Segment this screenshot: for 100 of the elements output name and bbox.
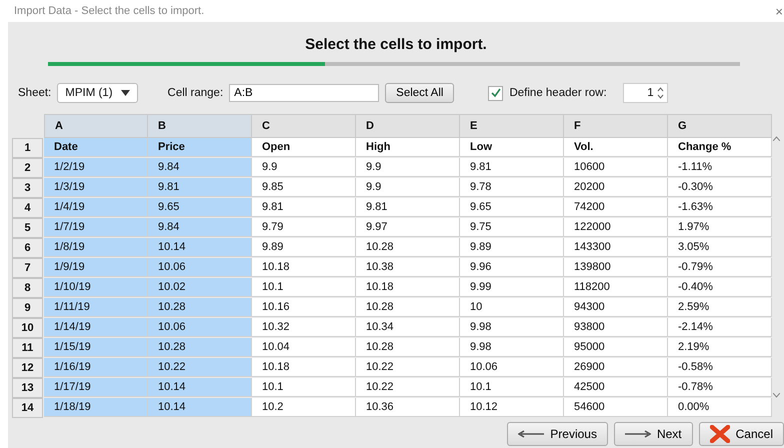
scroll-up-icon[interactable] bbox=[772, 136, 780, 141]
right-arrow-icon bbox=[624, 430, 651, 438]
table-cell: 9.98 bbox=[460, 338, 564, 357]
column-header[interactable]: A bbox=[44, 114, 148, 138]
row-header[interactable]: 11 bbox=[12, 338, 43, 358]
table-cell: 20200 bbox=[564, 178, 668, 197]
table-cell: 10.28 bbox=[148, 298, 252, 317]
table-cell: 1/16/19 bbox=[44, 358, 148, 377]
table-cell: 9.81 bbox=[252, 198, 356, 217]
spinner-arrows-icon bbox=[656, 87, 664, 99]
table-cell: 10.18 bbox=[356, 278, 460, 297]
table-cell: 9.79 bbox=[252, 218, 356, 237]
header-row-spinner[interactable]: 1 bbox=[622, 83, 668, 103]
table-cell: 10.14 bbox=[148, 378, 252, 397]
row-header[interactable]: 12 bbox=[12, 358, 43, 378]
table-cell: 93800 bbox=[564, 318, 668, 337]
table-cell: 9.89 bbox=[252, 238, 356, 257]
table-cell: 10600 bbox=[564, 158, 668, 177]
sheet-dropdown[interactable]: MPIM (1) bbox=[57, 83, 138, 103]
table-cell: 10.18 bbox=[252, 358, 356, 377]
table-cell: -1.63% bbox=[668, 198, 772, 217]
cell-range-field[interactable]: A:B bbox=[229, 84, 380, 102]
table-cell: 10.06 bbox=[148, 318, 252, 337]
table-cell: -1.11% bbox=[668, 158, 772, 177]
table-cell: 143300 bbox=[564, 238, 668, 257]
row-header[interactable]: 9 bbox=[12, 298, 43, 318]
table-cell: 9.81 bbox=[148, 178, 252, 197]
table-cell: 10.14 bbox=[148, 238, 252, 257]
close-button[interactable]: × bbox=[775, 4, 783, 18]
table-cell: 1/17/19 bbox=[44, 378, 148, 397]
table-cell: 1/7/19 bbox=[44, 218, 148, 237]
table-cell: 10.04 bbox=[252, 338, 356, 357]
column-header[interactable]: G bbox=[668, 114, 772, 138]
column-header[interactable]: F bbox=[564, 114, 668, 138]
table-cell: -0.30% bbox=[668, 178, 772, 197]
dialog-heading: Select the cells to import. bbox=[304, 36, 488, 55]
previous-button[interactable]: Previous bbox=[507, 422, 608, 446]
table-cell: 139800 bbox=[564, 258, 668, 277]
table-cell: 42500 bbox=[564, 378, 668, 397]
dropdown-caret-icon bbox=[120, 90, 130, 96]
table-cell: 1/2/19 bbox=[44, 158, 148, 177]
table-cell: 9.65 bbox=[460, 198, 564, 217]
table-cell: 10.2 bbox=[252, 398, 356, 417]
row-header[interactable]: 5 bbox=[12, 218, 43, 238]
row-header[interactable]: 1 bbox=[12, 138, 43, 158]
cancel-button[interactable]: Cancel bbox=[698, 422, 784, 446]
table-cell: Low bbox=[460, 138, 564, 157]
column-header[interactable]: D bbox=[356, 114, 460, 138]
table-cell: 9.78 bbox=[460, 178, 564, 197]
left-arrow-icon bbox=[518, 430, 544, 438]
table-cell: 9.75 bbox=[460, 218, 564, 237]
table-cell: 2.59% bbox=[668, 298, 772, 317]
next-button[interactable]: Next bbox=[614, 422, 693, 446]
table-cell: 9.81 bbox=[356, 198, 460, 217]
table-cell: 1/9/19 bbox=[44, 258, 148, 277]
table-cell: 74200 bbox=[564, 198, 668, 217]
row-header[interactable]: 13 bbox=[12, 378, 43, 398]
header-row-checkbox[interactable] bbox=[488, 86, 504, 100]
table-cell: 1/3/19 bbox=[44, 178, 148, 197]
table-cell: 9.84 bbox=[148, 218, 252, 237]
table-cell: 1/18/19 bbox=[44, 398, 148, 417]
column-header[interactable]: B bbox=[148, 114, 252, 138]
row-header[interactable]: 14 bbox=[12, 398, 43, 418]
table-cell: 10.06 bbox=[148, 258, 252, 277]
table-cell: 9.89 bbox=[460, 238, 564, 257]
table-cell: 10.12 bbox=[460, 398, 564, 417]
table-cell: 9.96 bbox=[460, 258, 564, 277]
row-header[interactable]: 10 bbox=[12, 318, 43, 338]
table-cell: 10.22 bbox=[148, 358, 252, 377]
table-cell: 9.99 bbox=[460, 278, 564, 297]
table-cell: Price bbox=[148, 138, 252, 157]
table-cell: 9.97 bbox=[356, 218, 460, 237]
row-header[interactable]: 2 bbox=[12, 158, 43, 178]
select-all-button[interactable]: Select All bbox=[385, 83, 454, 103]
table-cell: 1/14/19 bbox=[44, 318, 148, 337]
scroll-down-icon[interactable] bbox=[772, 393, 780, 398]
table-cell: -0.78% bbox=[668, 378, 772, 397]
table-cell: 1/4/19 bbox=[44, 198, 148, 217]
table-cell: 10.28 bbox=[356, 238, 460, 257]
table-cell: 10.28 bbox=[356, 298, 460, 317]
row-header[interactable]: 3 bbox=[12, 178, 43, 198]
table-cell: 0.00% bbox=[668, 398, 772, 417]
table-cell: 10.16 bbox=[252, 298, 356, 317]
table-cell: 1/11/19 bbox=[44, 298, 148, 317]
table-cell: -2.14% bbox=[668, 318, 772, 337]
row-header[interactable]: 8 bbox=[12, 278, 43, 298]
table-cell: 95000 bbox=[564, 338, 668, 357]
table-cell: 1.97% bbox=[668, 218, 772, 237]
table-cell: 26900 bbox=[564, 358, 668, 377]
table-cell: High bbox=[356, 138, 460, 157]
table-cell: 10.02 bbox=[148, 278, 252, 297]
row-header[interactable]: 4 bbox=[12, 198, 43, 218]
column-header[interactable]: C bbox=[252, 114, 356, 138]
table-cell: Vol. bbox=[564, 138, 668, 157]
row-header[interactable]: 6 bbox=[12, 238, 43, 258]
table-cell: 9.81 bbox=[460, 158, 564, 177]
table-cell: Date bbox=[44, 138, 148, 157]
table-cell: 10.1 bbox=[460, 378, 564, 397]
column-header[interactable]: E bbox=[460, 114, 564, 138]
row-header[interactable]: 7 bbox=[12, 258, 43, 278]
